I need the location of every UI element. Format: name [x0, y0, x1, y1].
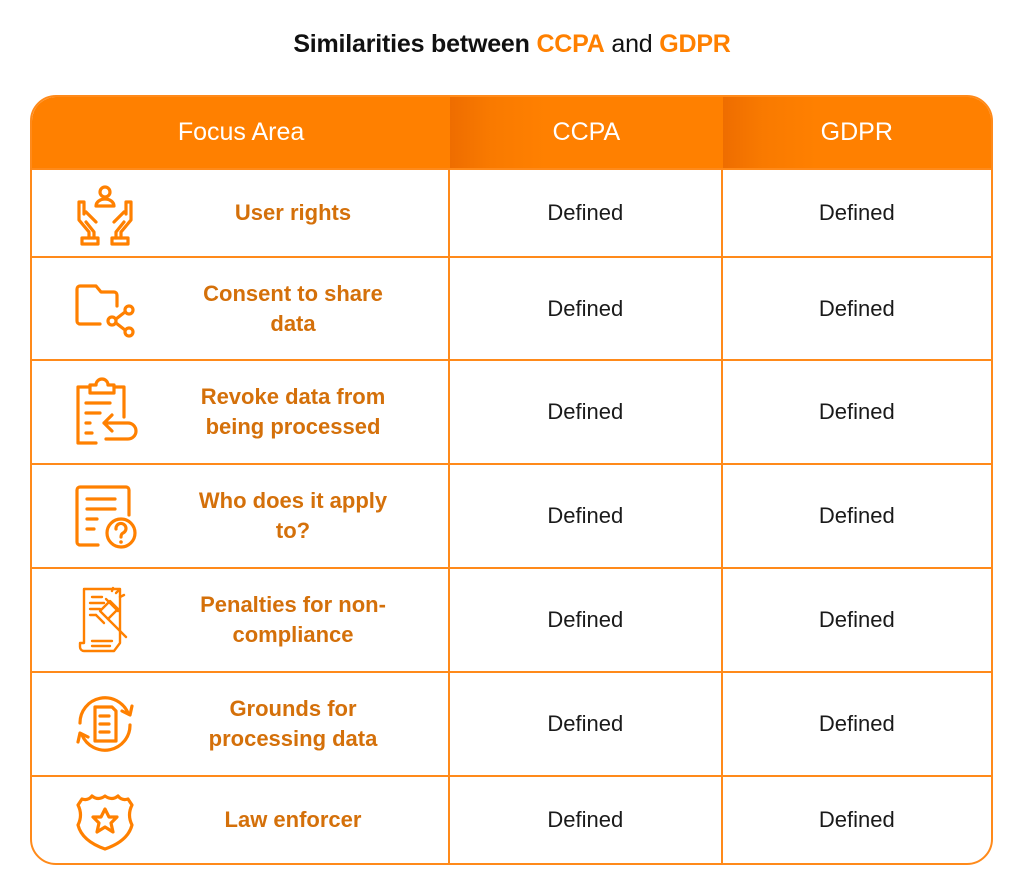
table-row: User rights Defined Defined — [32, 168, 991, 256]
table-row: Grounds for processing data Defined Defi… — [32, 671, 991, 775]
header-gdpr: GDPR — [722, 97, 991, 168]
gavel-document-icon — [78, 586, 128, 653]
focus-area-cell: Penalties for non-compliance — [32, 569, 451, 671]
gdpr-cell: Defined — [723, 465, 991, 567]
ccpa-value: Defined — [547, 399, 624, 424]
gdpr-value: Defined — [818, 200, 895, 225]
table-row: Revoke data from being processed Defined… — [32, 359, 991, 463]
gdpr-cell: Defined — [723, 569, 991, 671]
gdpr-cell: Defined — [723, 170, 991, 256]
gdpr-value: Defined — [818, 711, 895, 736]
ccpa-cell: Defined — [450, 361, 723, 463]
header-ccpa: CCPA — [450, 97, 723, 168]
comparison-table: Focus Area CCPA GDPR User rights Defined… — [30, 95, 993, 865]
focus-area-label: Penalties for non-compliance — [200, 592, 386, 647]
ccpa-value: Defined — [547, 711, 624, 736]
ccpa-cell: Defined — [450, 777, 723, 863]
title-term-gdpr: GDPR — [659, 30, 731, 58]
table-row: Who does it apply to? Defined Defined — [32, 463, 991, 567]
gdpr-value: Defined — [818, 399, 895, 424]
focus-area-cell: Grounds for processing data — [32, 673, 451, 775]
focus-area-label: Revoke data from being processed — [200, 384, 386, 439]
gdpr-cell: Defined — [723, 777, 991, 863]
table-row: Consent to share data Defined Defined — [32, 256, 991, 359]
document-question-icon — [75, 485, 137, 549]
title-term-ccpa: CCPA — [536, 30, 605, 58]
title-middle: and — [604, 30, 660, 58]
page-title: Similarities between CCPA and GDPR — [0, 30, 1024, 59]
focus-area-cell: User rights — [32, 170, 451, 256]
folder-share-icon — [75, 283, 135, 338]
table-header: Focus Area CCPA GDPR — [32, 97, 991, 168]
ccpa-cell: Defined — [450, 569, 723, 671]
gdpr-value: Defined — [818, 607, 895, 632]
focus-area-label: User rights — [234, 200, 352, 225]
title-prefix: Similarities between — [293, 30, 537, 58]
gdpr-cell: Defined — [723, 258, 991, 359]
ccpa-value: Defined — [547, 607, 624, 632]
focus-area-label: Grounds for processing data — [208, 696, 378, 751]
ccpa-cell: Defined — [450, 673, 723, 775]
focus-area-label: Consent to share data — [203, 280, 383, 336]
focus-area-cell: Consent to share data — [32, 258, 451, 359]
ccpa-value: Defined — [547, 200, 624, 225]
ccpa-cell: Defined — [450, 170, 723, 256]
hands-user-icon — [77, 185, 133, 246]
gdpr-value: Defined — [818, 807, 895, 832]
document-cycle-icon — [76, 696, 134, 752]
ccpa-value: Defined — [547, 807, 624, 832]
police-badge-icon — [76, 794, 134, 851]
gdpr-value: Defined — [818, 295, 895, 321]
ccpa-value: Defined — [547, 503, 624, 528]
focus-area-cell: Who does it apply to? — [32, 465, 451, 567]
focus-area-label: Who does it apply to? — [198, 488, 388, 543]
ccpa-cell: Defined — [450, 258, 723, 359]
focus-area-label: Law enforcer — [224, 807, 362, 832]
focus-area-cell: Revoke data from being processed — [32, 361, 451, 463]
gdpr-value: Defined — [818, 503, 895, 528]
clipboard-return-icon — [76, 377, 138, 445]
ccpa-cell: Defined — [450, 465, 723, 567]
table-row: Law enforcer Defined Defined — [32, 775, 991, 863]
gdpr-cell: Defined — [723, 673, 991, 775]
ccpa-value: Defined — [547, 295, 624, 321]
table-row: Penalties for non-compliance Defined Def… — [32, 567, 991, 671]
header-focus-area: Focus Area — [177, 118, 305, 146]
focus-area-cell: Law enforcer — [32, 777, 451, 863]
gdpr-cell: Defined — [723, 361, 991, 463]
